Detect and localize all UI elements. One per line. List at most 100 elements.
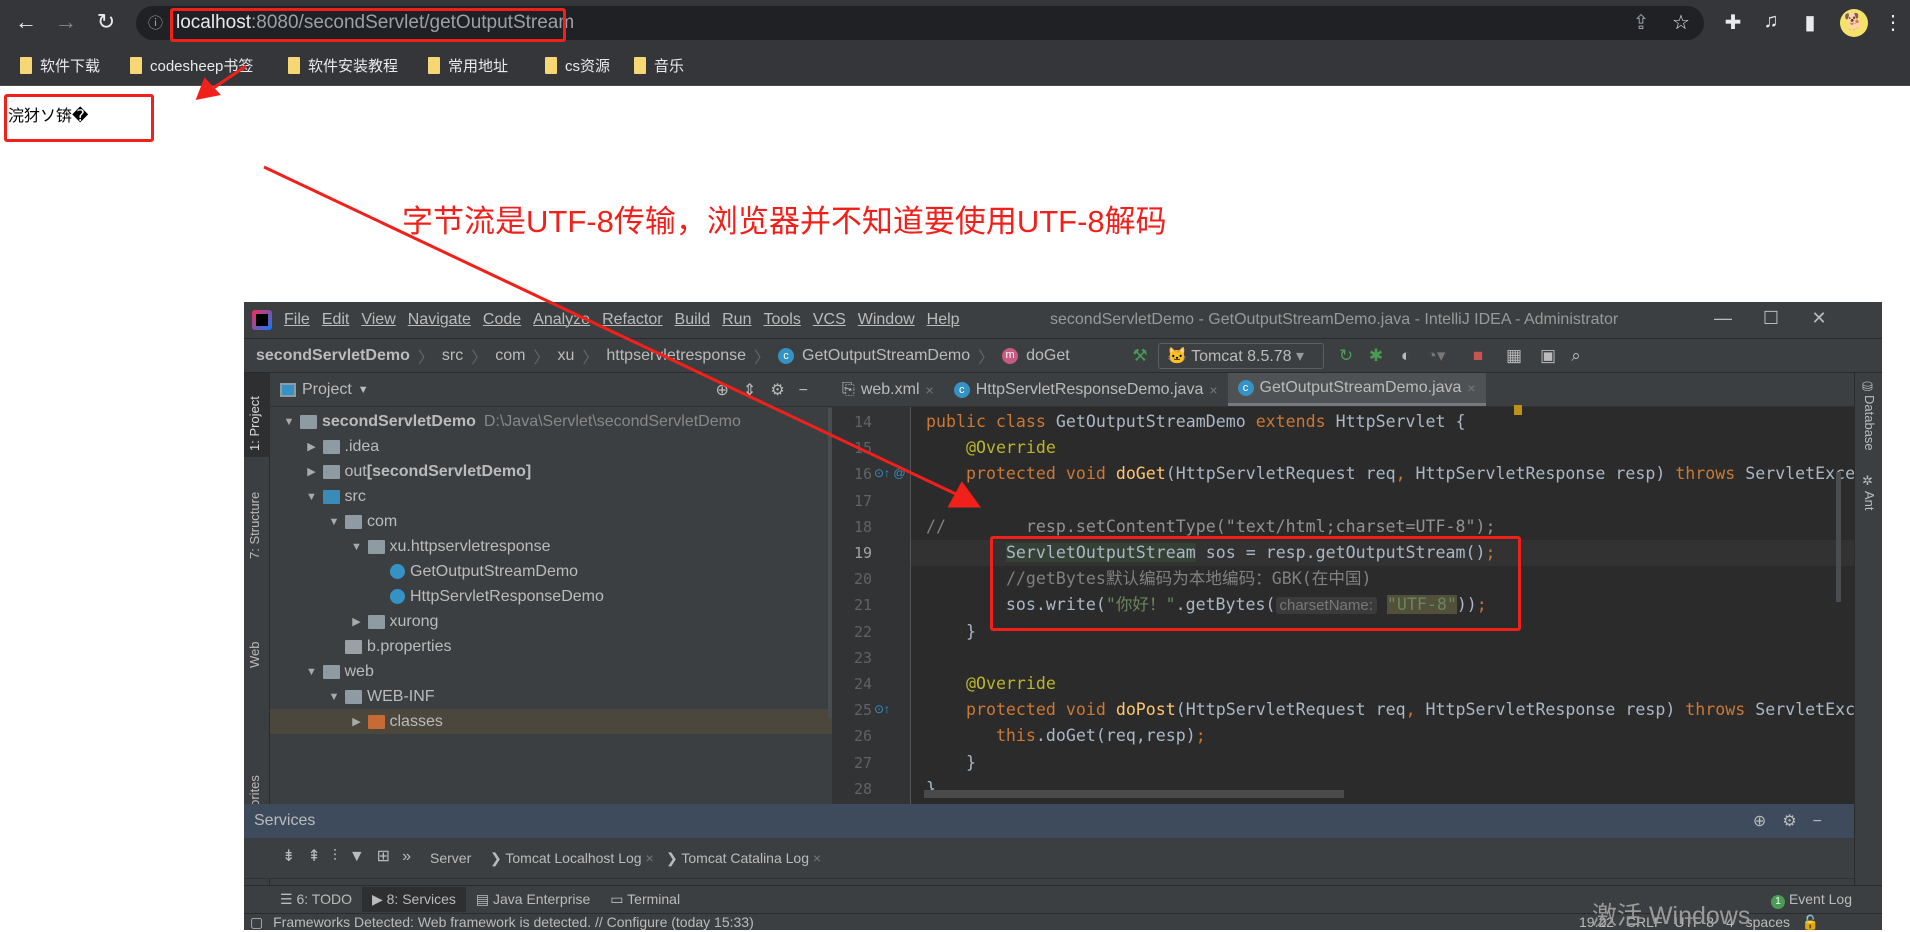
expanded-arrow-icon[interactable]: ▼ bbox=[323, 691, 345, 703]
locate-icon[interactable]: ⊕ bbox=[716, 382, 743, 399]
editor-tab[interactable]: c HttpServletResponseDemo.java × bbox=[944, 373, 1228, 406]
tree-item[interactable]: ▶ out [secondServletDemo] bbox=[270, 459, 832, 484]
chevron-down-icon[interactable]: ▼ bbox=[358, 384, 369, 396]
menu-tools[interactable]: Tools bbox=[763, 311, 800, 329]
menu-edit[interactable]: Edit bbox=[322, 311, 350, 329]
services-tab-localhost-log[interactable]: ❯ Tomcat Localhost Log × bbox=[490, 850, 654, 867]
close-tab-icon[interactable]: × bbox=[1209, 382, 1217, 398]
collapsed-arrow-icon[interactable]: ▶ bbox=[346, 715, 368, 728]
menu-build[interactable]: Build bbox=[675, 311, 711, 329]
expand-all-icon[interactable]: ⇟ bbox=[282, 848, 307, 865]
lock-icon[interactable]: 🔓 bbox=[1802, 914, 1819, 930]
extensions-icon[interactable]: ✚ bbox=[1720, 10, 1746, 35]
close-tab-icon[interactable]: × bbox=[926, 382, 934, 398]
menu-refactor[interactable]: Refactor bbox=[602, 311, 662, 329]
tab-todo[interactable]: ☰ 6: TODO bbox=[270, 887, 362, 912]
terminal-window-icon[interactable]: ▣ bbox=[1536, 346, 1560, 366]
close-tab-icon[interactable]: × bbox=[1467, 380, 1475, 396]
event-log-button[interactable]: 1 Event Log bbox=[1761, 887, 1862, 913]
tool-structure[interactable]: 7: Structure bbox=[247, 492, 262, 559]
tab-services[interactable]: ▶ 8: Services bbox=[361, 887, 466, 912]
crumb-src[interactable]: src bbox=[442, 347, 463, 365]
tree-item[interactable]: ▼ web bbox=[270, 659, 832, 684]
minimize-icon[interactable]: — bbox=[1708, 308, 1738, 329]
reload-icon[interactable]: ↻ bbox=[92, 8, 120, 36]
expanded-arrow-icon[interactable]: ▼ bbox=[301, 666, 323, 678]
tree-item[interactable]: ▼ WEB-INF bbox=[270, 684, 832, 709]
maximize-icon[interactable]: ☐ bbox=[1756, 308, 1786, 329]
share-icon[interactable]: ⇪ bbox=[1628, 10, 1654, 35]
crumb-xu[interactable]: xu bbox=[557, 347, 574, 365]
override-icon[interactable]: ⊙↑ bbox=[874, 702, 890, 716]
menu-navigate[interactable]: Navigate bbox=[408, 311, 471, 329]
menu-icon[interactable]: ⋮ bbox=[1880, 10, 1906, 35]
tree-item[interactable]: b.properties bbox=[270, 634, 832, 659]
tool-project[interactable]: 1: Project bbox=[247, 396, 262, 451]
close-icon[interactable]: × bbox=[813, 850, 821, 866]
code-line[interactable]: protected void doGet(HttpServletRequest … bbox=[911, 461, 1854, 487]
more-icon[interactable]: » bbox=[402, 848, 423, 865]
close-icon[interactable]: × bbox=[645, 850, 653, 866]
forward-icon[interactable]: → bbox=[52, 8, 80, 36]
horizontal-scrollbar[interactable] bbox=[924, 790, 1344, 798]
star-icon[interactable]: ☆ bbox=[1668, 10, 1694, 35]
tool-web[interactable]: Web bbox=[247, 642, 262, 669]
crumb-method[interactable]: doGet bbox=[1026, 347, 1070, 365]
bookmark[interactable]: 音乐 bbox=[634, 53, 684, 77]
bookmark[interactable]: cs资源 bbox=[545, 53, 610, 77]
tool-database[interactable]: Database bbox=[1862, 395, 1877, 451]
gear-icon[interactable]: ⚙ bbox=[1782, 813, 1812, 830]
services-actions[interactable]: ⇟⇞⫶▼⊞» bbox=[282, 846, 423, 866]
code-line[interactable] bbox=[911, 645, 926, 671]
status-toggle-icon[interactable]: ▢ bbox=[250, 914, 263, 930]
hide-icon[interactable]: − bbox=[799, 382, 822, 399]
menu-vcs[interactable]: VCS bbox=[813, 311, 846, 329]
group-icon[interactable]: ⫶ bbox=[333, 848, 349, 865]
gear-icon[interactable]: ⚙ bbox=[770, 382, 798, 399]
add-service-icon[interactable]: ⊞ bbox=[377, 848, 402, 865]
menu-help[interactable]: Help bbox=[927, 311, 960, 329]
panel-actions[interactable]: ⊕⇕⚙− bbox=[716, 380, 823, 400]
code-line[interactable]: protected void doPost(HttpServletRequest… bbox=[911, 697, 1854, 723]
crumb-project[interactable]: secondServletDemo bbox=[256, 347, 410, 365]
collapsed-arrow-icon[interactable]: ▶ bbox=[301, 465, 323, 478]
code-line[interactable]: this.doGet(req,resp); bbox=[911, 723, 1206, 749]
menu-window[interactable]: Window bbox=[858, 311, 915, 329]
editor-tab[interactable]: ⎘ web.xml × bbox=[832, 373, 944, 406]
override-icon[interactable]: ⊙↑ @ bbox=[874, 466, 906, 480]
rerun-icon[interactable]: ↻ bbox=[1334, 346, 1358, 366]
locate-icon[interactable]: ⊕ bbox=[1753, 813, 1782, 830]
expanded-arrow-icon[interactable]: ▼ bbox=[323, 516, 345, 528]
collapsed-arrow-icon[interactable]: ▶ bbox=[301, 440, 323, 453]
expanded-arrow-icon[interactable]: ▼ bbox=[346, 541, 368, 553]
tree-item[interactable]: ▶ .idea bbox=[270, 434, 832, 459]
expanded-arrow-icon[interactable]: ▼ bbox=[278, 416, 300, 428]
tree-item[interactable]: ▼ xu.httpservletresponse bbox=[270, 534, 832, 559]
services-tab-catalina-log[interactable]: ❯ Tomcat Catalina Log × bbox=[666, 850, 821, 867]
crumb-com[interactable]: com bbox=[495, 347, 525, 365]
project-structure-icon[interactable]: ▦ bbox=[1502, 346, 1526, 366]
menu-code[interactable]: Code bbox=[483, 311, 521, 329]
services-tab-server[interactable]: Server bbox=[430, 850, 471, 866]
code-line[interactable]: @Override bbox=[911, 435, 1056, 461]
tree-item[interactable]: HttpServletResponseDemo bbox=[270, 584, 832, 609]
collapsed-arrow-icon[interactable]: ▶ bbox=[346, 615, 368, 628]
hide-icon[interactable]: − bbox=[1813, 813, 1838, 830]
collapse-icon[interactable]: ⇕ bbox=[743, 382, 770, 399]
tab-java-enterprise[interactable]: ▤ Java Enterprise bbox=[466, 887, 600, 912]
editor-tab[interactable]: c GetOutputStreamDemo.java × bbox=[1227, 373, 1486, 406]
stop-icon[interactable]: ■ bbox=[1466, 346, 1490, 366]
tree-item[interactable]: lib bbox=[270, 734, 832, 739]
search-icon[interactable]: ⌕ bbox=[1564, 346, 1588, 366]
profile-icon[interactable]: ◔▾ bbox=[1424, 346, 1448, 366]
code-line[interactable]: } bbox=[911, 619, 976, 645]
run-configuration-select[interactable]: 🐱 Tomcat 8.5.78 ▾ bbox=[1158, 343, 1324, 369]
tree-item[interactable]: ▼ com bbox=[270, 509, 832, 534]
menu-file[interactable]: File bbox=[284, 311, 310, 329]
expanded-arrow-icon[interactable]: ▼ bbox=[301, 491, 323, 503]
coverage-icon[interactable]: ◐ bbox=[1394, 346, 1418, 366]
profile-avatar[interactable]: 🐕 bbox=[1840, 9, 1868, 37]
bookmark[interactable]: 软件安装教程 bbox=[288, 53, 398, 77]
crumb-package[interactable]: httpservletresponse bbox=[606, 347, 746, 365]
tree-item[interactable]: GetOutputStreamDemo bbox=[270, 559, 832, 584]
